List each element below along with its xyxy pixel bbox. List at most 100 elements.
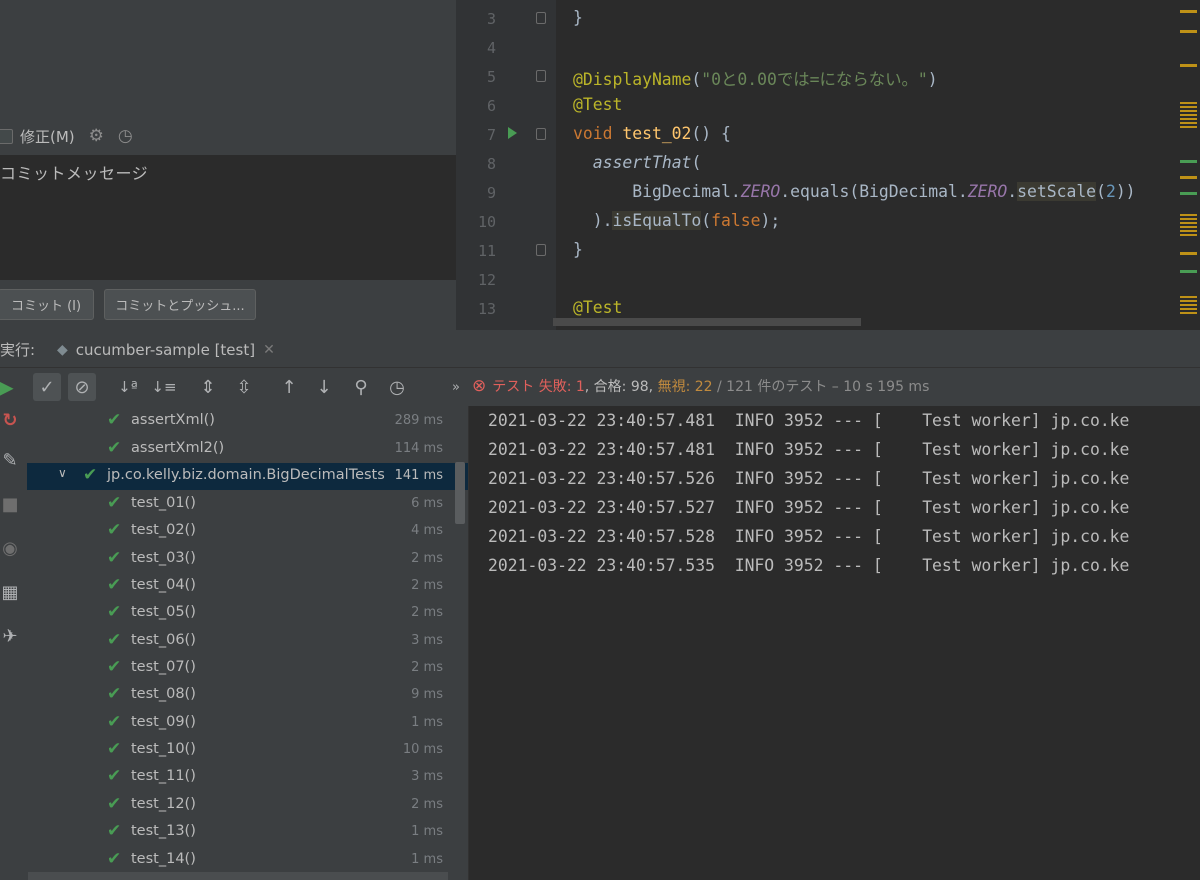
test-duration: 2 ms <box>411 578 443 593</box>
gear-icon[interactable]: ⚙ <box>89 126 104 146</box>
line-number: 11 <box>477 242 496 260</box>
sort-by-duration-icon[interactable]: ↓≡ <box>150 373 178 401</box>
passed-check-icon: ✔ <box>107 438 122 458</box>
run-panel-label: 実行: <box>0 341 36 359</box>
passed-check-icon: ✔ <box>107 657 122 677</box>
test-row[interactable]: ✔ test_14() 1 ms <box>27 847 468 874</box>
code-line: @Test <box>573 95 623 114</box>
code-editor[interactable]: 3 4 5 6 7 8 9 10 11 12 13 } @DisplayName… <box>456 0 1200 330</box>
test-row[interactable]: ✔ test_06() 3 ms <box>27 628 468 655</box>
rerun-icon[interactable]: ▶ <box>0 373 20 401</box>
test-history-icon[interactable]: ◷ <box>383 373 411 401</box>
chevron-down-icon[interactable]: ∨ <box>58 466 67 480</box>
test-row[interactable]: ✔ test_11() 3 ms <box>27 764 468 791</box>
test-duration: 114 ms <box>394 441 443 456</box>
test-duration: 6 ms <box>411 496 443 511</box>
collapse-all-icon[interactable]: ⇳ <box>230 373 258 401</box>
run-configuration-tab[interactable]: ◆ cucumber-sample [test] ✕ <box>49 334 283 365</box>
passed-check-icon: ✔ <box>107 766 122 786</box>
line-number: 9 <box>486 184 496 202</box>
passed-check-icon: ✔ <box>107 520 122 540</box>
run-tab-title: cucumber-sample [test] <box>75 340 256 359</box>
rerun-failed-icon[interactable]: ↻ <box>0 410 20 431</box>
test-row[interactable]: ✔ test_10() 10 ms <box>27 737 468 764</box>
test-row[interactable]: ✔ test_01() 6 ms <box>27 491 468 518</box>
code-line: } <box>573 240 583 259</box>
stripe-mark[interactable] <box>1180 192 1197 195</box>
test-duration: 2 ms <box>411 551 443 566</box>
console-output[interactable]: 2021-03-22 23:40:57.481 INFO 3952 --- [ … <box>468 406 1200 880</box>
fold-marker-icon[interactable] <box>536 128 546 140</box>
code-line: @DisplayName("0と0.00では=にならない。") <box>573 70 938 89</box>
code-line: @Test <box>573 298 623 317</box>
fold-marker-icon[interactable] <box>536 70 546 82</box>
test-row[interactable]: ✔ test_07() 2 ms <box>27 655 468 682</box>
import-tests-icon[interactable]: ⚲ <box>347 373 375 401</box>
test-name: test_13() <box>131 823 196 839</box>
tree-vertical-scrollbar[interactable] <box>455 462 465 524</box>
expand-all-icon[interactable]: ⇕ <box>194 373 222 401</box>
test-row[interactable]: ✔ test_09() 1 ms <box>27 710 468 737</box>
run-side-toolbar: ↻ ✎ ■ ◉ ▦ ✈ <box>0 406 27 880</box>
settings-wrench-icon[interactable]: ✎ <box>0 450 20 471</box>
passed-check-icon: ✔ <box>107 410 122 430</box>
stripe-mark[interactable] <box>1180 30 1197 33</box>
show-passed-icon[interactable]: ✓ <box>33 373 61 401</box>
test-status-summary: ⊗ テスト 失敗: 1 , 合格: 98, 無視: 22 / 121 件のテスト… <box>452 376 929 396</box>
console-line: 2021-03-22 23:40:57.528 INFO 3952 --- [ … <box>488 527 1130 546</box>
test-duration: 1 ms <box>411 852 443 867</box>
code-line: ).isEqualTo(false); <box>573 211 781 230</box>
previous-failed-test-icon[interactable]: ↑ <box>275 373 303 401</box>
test-row[interactable]: ✔ test_12() 2 ms <box>27 792 468 819</box>
console-line: 2021-03-22 23:40:57.481 INFO 3952 --- [ … <box>488 411 1130 430</box>
stripe-mark[interactable] <box>1180 214 1197 236</box>
stripe-mark[interactable] <box>1180 64 1197 67</box>
test-row[interactable]: ✔ test_04() 2 ms <box>27 573 468 600</box>
test-row[interactable]: ✔ assertXml2() 114 ms <box>27 436 468 463</box>
line-number: 5 <box>486 68 496 86</box>
history-clock-icon[interactable]: ◷ <box>118 126 133 146</box>
sort-alphabetically-icon[interactable]: ↓ª <box>114 373 142 401</box>
commit-button[interactable]: コミット (I) <box>0 289 94 320</box>
test-row[interactable]: ✔ test_08() 9 ms <box>27 682 468 709</box>
test-name: assertXml2() <box>131 440 225 456</box>
stripe-mark[interactable] <box>1180 296 1197 316</box>
run-test-gutter-icon[interactable] <box>508 127 517 139</box>
console-line: 2021-03-22 23:40:57.481 INFO 3952 --- [ … <box>488 440 1130 459</box>
test-row[interactable]: ✔ assertXml() 289 ms <box>27 408 468 435</box>
test-row[interactable]: ✔ test_02() 4 ms <box>27 518 468 545</box>
amend-checkbox[interactable] <box>0 128 13 144</box>
next-failed-test-icon[interactable]: ↓ <box>310 373 338 401</box>
error-stripe[interactable] <box>1180 0 1200 330</box>
pin-icon[interactable]: ✈ <box>0 626 20 647</box>
test-duration: 10 ms <box>402 742 443 757</box>
code-line: assertThat( <box>592 153 702 172</box>
stripe-mark[interactable] <box>1180 10 1197 13</box>
fold-marker-icon[interactable] <box>536 12 546 24</box>
test-class-row[interactable]: ∨ ✔ jp.co.kelly.biz.domain.BigDecimalTes… <box>27 463 468 490</box>
line-number: 3 <box>486 10 496 28</box>
show-ignored-icon[interactable]: ⊘ <box>68 373 96 401</box>
stripe-mark[interactable] <box>1180 160 1197 163</box>
test-duration: 2 ms <box>411 660 443 675</box>
eye-icon[interactable]: ◉ <box>0 538 20 559</box>
stripe-mark[interactable] <box>1180 252 1197 255</box>
test-tree[interactable]: ✔ assertXml() 289 ms ✔ assertXml2() 114 … <box>27 406 468 880</box>
editor-horizontal-scrollbar[interactable] <box>553 318 861 326</box>
test-name: test_11() <box>131 768 196 784</box>
passed-check-icon: ✔ <box>107 575 122 595</box>
stop-icon[interactable]: ■ <box>0 494 20 515</box>
test-row[interactable]: ✔ test_03() 2 ms <box>27 546 468 573</box>
tree-horizontal-scrollbar[interactable] <box>28 872 448 880</box>
stripe-mark[interactable] <box>1180 102 1197 128</box>
stripe-mark[interactable] <box>1180 176 1197 179</box>
layout-icon[interactable]: ▦ <box>0 582 20 603</box>
stripe-mark[interactable] <box>1180 270 1197 273</box>
close-icon[interactable]: ✕ <box>263 342 275 358</box>
test-name: test_03() <box>131 550 196 566</box>
test-row[interactable]: ✔ test_05() 2 ms <box>27 600 468 627</box>
test-row[interactable]: ✔ test_13() 1 ms <box>27 819 468 846</box>
passed-check-icon: ✔ <box>107 712 122 732</box>
fold-marker-icon[interactable] <box>536 244 546 256</box>
commit-and-push-button[interactable]: コミットとプッシュ... <box>104 289 256 320</box>
